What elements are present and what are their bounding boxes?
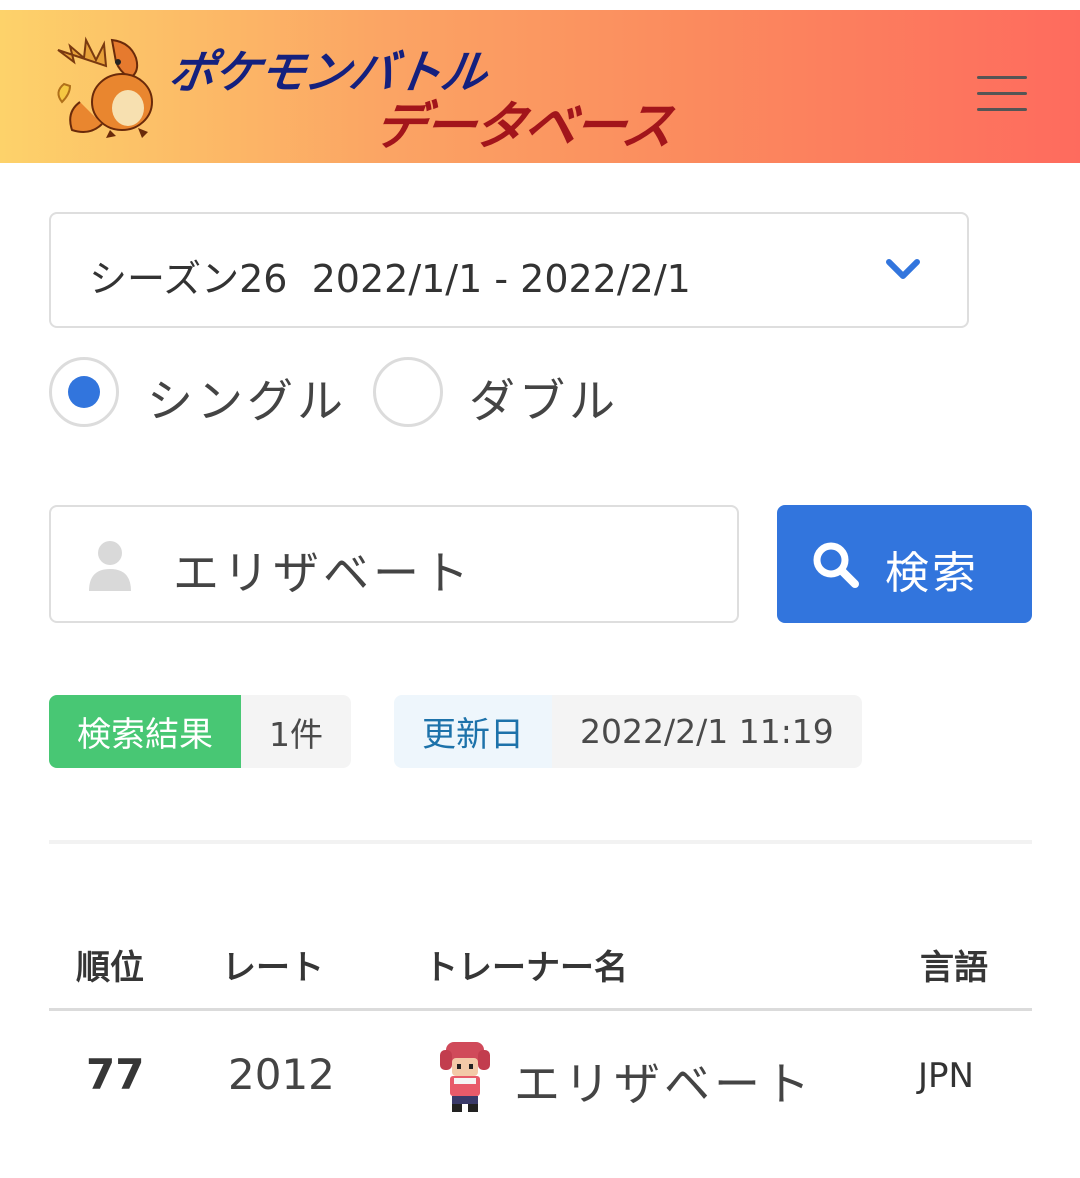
status-strip [0, 0, 1080, 10]
trainer-name-value: エリザベート [173, 546, 473, 600]
radio-selected-dot [68, 376, 100, 408]
search-icon [813, 542, 859, 588]
search-button[interactable]: 検索 [777, 505, 1032, 623]
radio-single[interactable] [49, 357, 119, 427]
trainer-sprite-icon [440, 1042, 490, 1112]
logo-title-line2[interactable]: データベース [370, 84, 678, 159]
section-divider [49, 840, 1032, 844]
hamburger-icon[interactable] [977, 76, 1027, 112]
chevron-down-icon [886, 259, 920, 279]
results-value: 1件 [241, 695, 351, 768]
updated-date-tag: 更新日 2022/2/1 11:19 [394, 695, 862, 768]
season-select[interactable]: シーズン26 2022/1/1 - 2022/2/1 [49, 212, 969, 328]
search-button-label: 検索 [885, 548, 979, 599]
updated-value: 2022/2/1 11:19 [552, 695, 862, 768]
updated-label: 更新日 [394, 695, 552, 768]
trainer-name-input[interactable]: エリザベート [49, 505, 739, 623]
radio-single-label[interactable]: シングル [147, 365, 347, 431]
season-selected-value: シーズン26 2022/1/1 - 2022/2/1 [89, 257, 691, 301]
column-header-rank: 順位 [76, 948, 144, 988]
column-header-trainer: トレーナー名 [424, 948, 628, 988]
radio-double-label[interactable]: ダブル [469, 365, 619, 431]
row-trainer-name[interactable]: エリザベート [514, 1048, 814, 1114]
charizard-mascot-icon[interactable] [50, 32, 160, 142]
user-icon [89, 541, 131, 591]
results-count-tag: 検索結果 1件 [49, 695, 351, 768]
row-rank: 77 [86, 1050, 145, 1099]
column-header-language: 言語 [920, 948, 988, 988]
site-header: ポケモンバトル データベース [0, 10, 1080, 163]
row-language: JPN [918, 1056, 974, 1096]
table-header-border [49, 1008, 1032, 1011]
row-rate: 2012 [228, 1050, 335, 1099]
column-header-rate: レート [222, 948, 324, 988]
results-label: 検索結果 [49, 695, 241, 768]
radio-double[interactable] [373, 357, 443, 427]
